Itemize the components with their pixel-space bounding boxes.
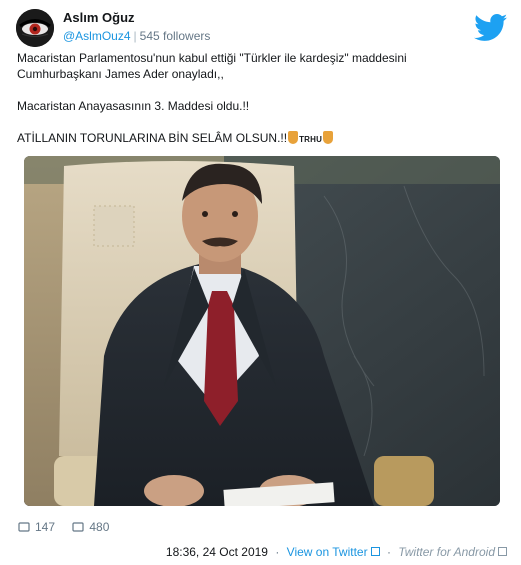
- tweet-photo[interactable]: [24, 156, 500, 506]
- follower-count: 545 followers: [139, 29, 211, 43]
- tweet-line-1: Macaristan Parlamentosu'nun kabul ettiği…: [17, 51, 407, 65]
- author-info: Aslım Oğuz @AslmOuz4 | 545 followers: [63, 10, 210, 44]
- tweet-text: Macaristan Parlamentosu'nun kabul ettiği…: [17, 50, 507, 148]
- meta-bullet: ·: [275, 545, 280, 559]
- avatar-image: [16, 9, 54, 47]
- tweet-line-4: ATİLLANIN TORUNLARINA BİN SELÂM OLSUN.!!: [17, 131, 288, 145]
- external-link-icon: [498, 547, 507, 556]
- heart-icon: [72, 521, 84, 532]
- external-link-icon: [370, 547, 380, 556]
- photo-illustration: [24, 156, 500, 506]
- emoji-tag: TRHU: [299, 135, 323, 144]
- meta-bullet-2: ·: [386, 545, 391, 559]
- tweet-timestamp[interactable]: 18:36, 24 Oct 2019: [166, 545, 268, 559]
- like-action[interactable]: 480: [72, 520, 109, 534]
- tweet-source[interactable]: Twitter for Android: [398, 545, 507, 559]
- like-count: 480: [89, 520, 110, 534]
- author-handle-line: @AslmOuz4 | 545 followers: [63, 28, 210, 44]
- tweet-card: Aslım Oğuz @AslmOuz4 | 545 followers Macar…: [0, 0, 521, 565]
- tweet-line-4-wrap: ATİLLANIN TORUNLARINA BİN SELÂM OLSUN.!!…: [17, 130, 507, 148]
- handle-separator: |: [133, 29, 137, 43]
- reply-count: 147: [35, 520, 56, 534]
- view-on-twitter-label: View on Twitter: [286, 545, 368, 559]
- tweet-line-3: Macaristan Anayasasının 3. Maddesi oldu.…: [17, 99, 250, 113]
- author-handle[interactable]: @AslmOuz4: [63, 29, 131, 43]
- beer-emoji-icon: [323, 131, 334, 144]
- tweet-meta: 18:36, 24 Oct 2019 · View on Twitter · T…: [166, 545, 507, 559]
- comment-icon: [18, 521, 30, 532]
- avatar[interactable]: [16, 9, 54, 47]
- tweet-line-2: Cumhurbaşkanı James Ader onayladı,,: [17, 67, 224, 81]
- reply-action[interactable]: 147: [18, 520, 55, 534]
- tweet-actions: 147 480: [18, 520, 123, 536]
- tweet-source-label: Twitter for Android: [398, 545, 495, 559]
- author-name[interactable]: Aslım Oğuz: [63, 10, 210, 26]
- view-on-twitter-link[interactable]: View on Twitter: [287, 545, 380, 559]
- beer-emoji-icon: [288, 131, 299, 144]
- twitter-bird-icon[interactable]: [474, 14, 508, 42]
